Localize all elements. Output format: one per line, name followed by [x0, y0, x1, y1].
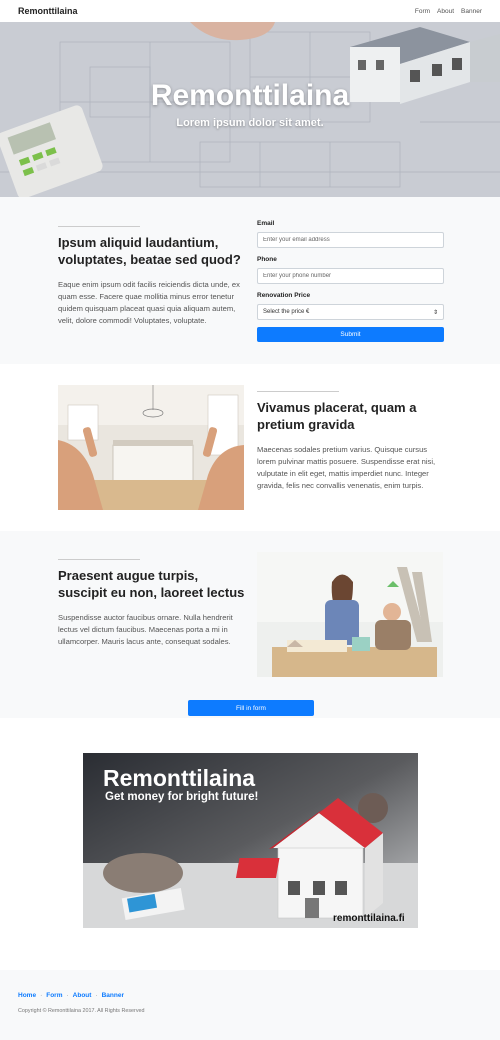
- footer-separator: ·: [66, 992, 69, 999]
- submit-button[interactable]: Submit: [257, 327, 444, 342]
- fill-in-form-button[interactable]: Fill in form: [188, 700, 314, 716]
- hero: Remonttilaina Lorem ipsum dolor sit amet…: [0, 22, 500, 197]
- couple-image: [257, 552, 443, 677]
- nav-link-form[interactable]: Form: [415, 8, 430, 15]
- form-section-heading: Ipsum aliquid laudantium, voluptates, be…: [58, 235, 241, 267]
- banner-site: remonttilaina.fi: [333, 913, 405, 924]
- footer-separator: ·: [95, 992, 98, 999]
- copyright-text: Copyright © Remonttilaina 2017. All Righ…: [18, 1008, 145, 1014]
- banner-image: Remonttilaina Get money for bright futur…: [83, 753, 418, 928]
- email-label: Email: [257, 220, 275, 227]
- email-field[interactable]: [257, 232, 444, 248]
- navbar: Remonttilaina Form About Banner: [0, 0, 500, 22]
- about-2-heading: Praesent augue turpis, suscipit eu non, …: [58, 568, 245, 600]
- phone-label: Phone: [257, 256, 277, 263]
- section-divider: [58, 559, 140, 560]
- about-2-text: Suspendisse auctor faucibus ornare. Null…: [58, 613, 233, 646]
- about-1-heading: Vivamus placerat, quam a pretium gravida: [257, 400, 417, 432]
- nav-link-about[interactable]: About: [437, 8, 454, 15]
- nav-link-banner[interactable]: Banner: [461, 8, 482, 15]
- footer-link-about[interactable]: About: [73, 992, 92, 999]
- price-select[interactable]: Select the price € ⇕: [257, 304, 444, 320]
- hero-title: Remonttilaina: [150, 79, 350, 112]
- footer-links: Home · Form · About · Banner: [18, 992, 124, 999]
- footer-link-home[interactable]: Home: [18, 992, 36, 999]
- banner-title: Remonttilaina: [103, 765, 256, 791]
- section-divider: [58, 226, 140, 227]
- about-section-1: Vivamus placerat, quam a pretium gravida…: [0, 364, 500, 531]
- footer-link-banner[interactable]: Banner: [102, 992, 124, 999]
- price-label: Renovation Price: [257, 292, 311, 299]
- footer-separator: ·: [40, 992, 43, 999]
- kitchen-image: [58, 385, 244, 510]
- navbar-brand[interactable]: Remonttilaina: [18, 6, 78, 16]
- hero-subtitle: Lorem ipsum dolor sit amet.: [176, 117, 324, 129]
- footer: Home · Form · About · Banner Copyright ©…: [0, 970, 500, 1040]
- phone-field[interactable]: [257, 268, 444, 284]
- banner-section: Remonttilaina Get money for bright futur…: [0, 718, 500, 970]
- form-section-text: Eaque enim ipsum odit facilis reiciendis…: [58, 280, 240, 325]
- nav-links: Form About Banner: [415, 8, 482, 15]
- section-divider: [257, 391, 339, 392]
- about-1-text: Maecenas sodales pretium varius. Quisque…: [257, 445, 436, 490]
- footer-link-form[interactable]: Form: [46, 992, 62, 999]
- about-section-2: Praesent augue turpis, suscipit eu non, …: [0, 531, 500, 718]
- banner-subtitle: Get money for bright future!: [105, 791, 259, 803]
- form-section: Ipsum aliquid laudantium, voluptates, be…: [0, 197, 500, 364]
- price-select-value: Select the price €: [263, 309, 310, 315]
- select-arrows-icon: ⇕: [432, 309, 438, 316]
